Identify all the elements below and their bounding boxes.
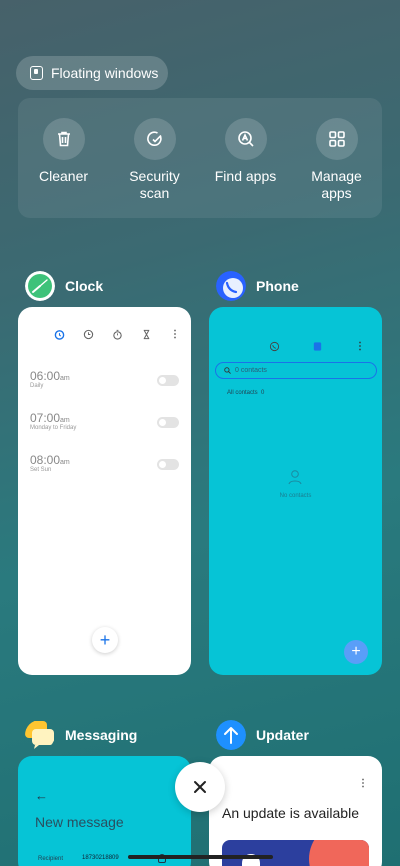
alarm-ampm: am	[60, 375, 70, 382]
phone-app-card[interactable]: ⋮ 0 contacts All contacts 0 No contacts …	[209, 307, 382, 675]
recipient-label: Recipient	[38, 856, 64, 862]
alarm-repeat: Daily	[30, 383, 44, 389]
world-clock-icon	[83, 329, 94, 340]
close-icon	[194, 781, 206, 793]
more-options-icon: ⋮	[170, 329, 180, 340]
alarm-ampm: am	[60, 417, 70, 424]
contacts-filter[interactable]: All contacts 0	[227, 390, 264, 396]
stopwatch-icon	[113, 329, 122, 340]
alarm-item: 08:00am Set Sun	[30, 453, 70, 473]
update-banner-image	[222, 840, 369, 866]
updater-app-icon	[216, 720, 246, 750]
clock-app-icon	[25, 271, 55, 301]
plus-icon: +	[99, 629, 111, 650]
clock-app-name: Clock	[65, 278, 104, 294]
cleaner-button[interactable]: Cleaner	[24, 118, 104, 218]
person-placeholder-icon	[287, 469, 303, 490]
messaging-app-name: Messaging	[65, 727, 138, 743]
alarm-toggle[interactable]	[157, 459, 179, 470]
messaging-app-card[interactable]: ← New message Recipient 18730218809	[18, 756, 191, 866]
alarm-item: 06:00am Daily	[30, 369, 70, 389]
add-contact-button[interactable]: +	[344, 640, 368, 664]
back-arrow-icon[interactable]: ←	[35, 788, 48, 803]
contacts-icon	[313, 342, 322, 351]
alarm-item: 07:00am Monday to Friday	[30, 411, 76, 431]
messaging-app-header[interactable]: Messaging	[25, 720, 137, 750]
search-apps-icon	[224, 118, 267, 160]
manage-apps-button[interactable]: Manage apps	[297, 118, 377, 218]
phone-app-name: Phone	[256, 278, 299, 294]
home-gesture-bar[interactable]	[128, 855, 273, 859]
alarm-time: 07:00	[30, 411, 61, 425]
alarm-ampm: am	[60, 459, 70, 466]
floating-windows-button[interactable]: Floating windows	[16, 56, 168, 90]
updater-app-name: Updater	[256, 727, 309, 743]
updater-app-card[interactable]: ⋮ An update is available	[209, 756, 382, 866]
grid-icon	[315, 118, 358, 160]
more-options-icon[interactable]: ⋮	[358, 778, 368, 789]
alarm-icon	[54, 330, 65, 340]
security-scan-label: Security scan	[129, 168, 180, 201]
alarm-time: 06:00	[30, 369, 61, 383]
filter-count: 0	[261, 390, 265, 396]
phone-app-icon	[216, 271, 246, 301]
alarm-toggle[interactable]	[157, 375, 179, 386]
search-icon	[224, 367, 231, 374]
alarm-toggle[interactable]	[157, 417, 179, 428]
cleaner-label: Cleaner	[38, 168, 89, 184]
trash-icon	[42, 118, 85, 160]
shield-check-icon	[133, 118, 176, 160]
add-alarm-button[interactable]: +	[92, 627, 118, 653]
more-options-icon: ⋮	[355, 341, 365, 352]
find-apps-button[interactable]: Find apps	[206, 118, 286, 218]
filter-label: All contacts	[227, 390, 258, 396]
manage-apps-label: Manage apps	[311, 168, 362, 201]
empty-contacts-label: No contacts	[279, 493, 312, 499]
clock-app-card[interactable]: ⋮ 06:00am Daily 07:00am Monday to Friday…	[18, 307, 191, 675]
close-all-button[interactable]	[175, 762, 225, 812]
recents-icon	[269, 341, 280, 352]
floating-window-icon	[30, 66, 43, 80]
updater-app-header[interactable]: Updater	[216, 720, 309, 750]
new-message-title: New message	[35, 814, 124, 830]
floating-windows-label: Floating windows	[51, 65, 159, 81]
alarm-repeat: Set Sun	[30, 467, 52, 473]
phone-app-header[interactable]: Phone	[216, 271, 299, 301]
messaging-app-icon	[25, 721, 54, 749]
alarm-time: 08:00	[30, 453, 61, 467]
quick-tools-panel: Cleaner Security scan Find apps Manage a…	[18, 98, 382, 218]
contacts-search-input[interactable]: 0 contacts	[215, 362, 377, 379]
update-available-title: An update is available	[222, 805, 359, 821]
recipient-value[interactable]: 18730218809	[82, 855, 119, 861]
security-scan-button[interactable]: Security scan	[115, 118, 195, 218]
plus-icon: +	[351, 643, 361, 660]
search-placeholder: 0 contacts	[235, 367, 267, 374]
alarm-repeat: Monday to Friday	[30, 425, 77, 431]
find-apps-label: Find apps	[214, 168, 277, 184]
clock-app-header[interactable]: Clock	[25, 271, 103, 301]
timer-icon	[143, 329, 150, 340]
